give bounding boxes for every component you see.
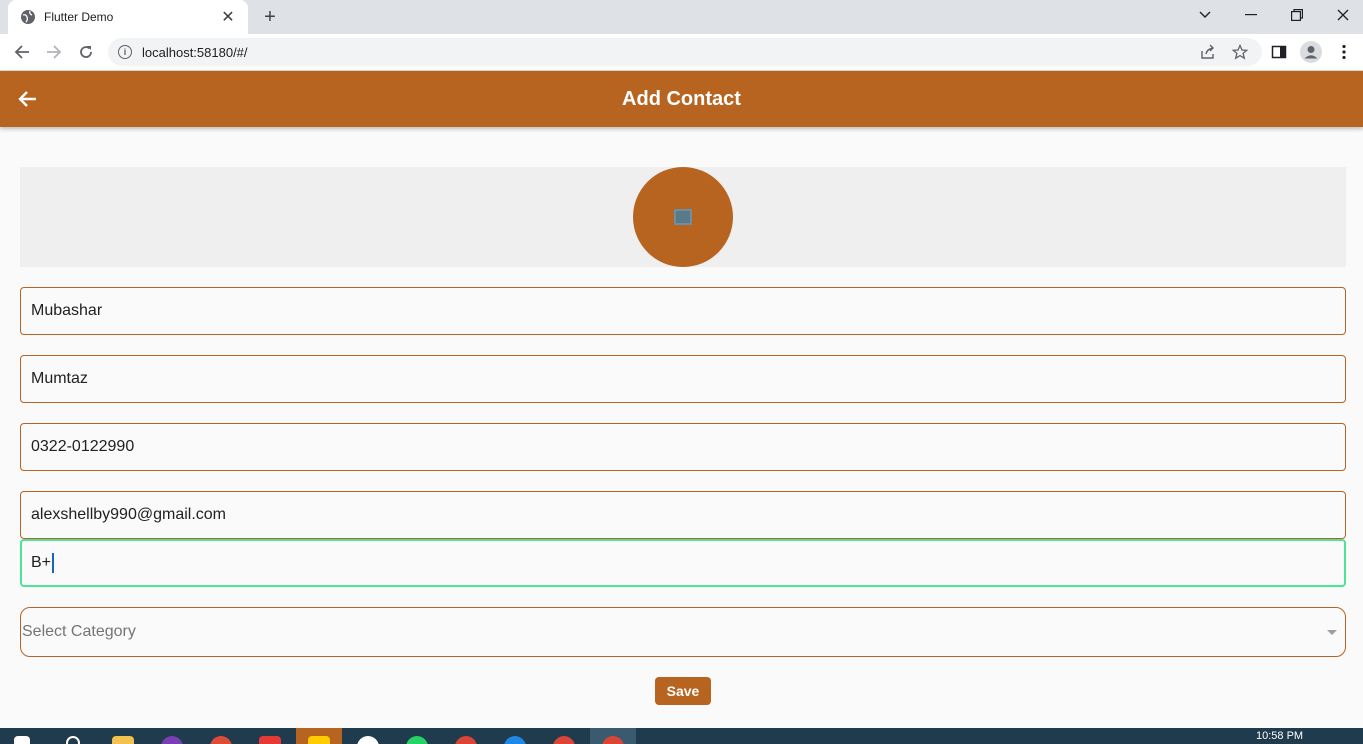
browser-toolbar: i localhost:58180/#/ bbox=[0, 34, 1363, 71]
bookmark-star-icon[interactable] bbox=[1227, 39, 1253, 65]
start-windows-icon[interactable] bbox=[14, 736, 30, 744]
close-window-icon[interactable] bbox=[1320, 0, 1363, 30]
save-button[interactable]: Save bbox=[655, 677, 711, 705]
app-red-icon[interactable] bbox=[259, 736, 281, 744]
taskbar-clock[interactable]: 10:58 PM bbox=[1256, 730, 1303, 742]
page-title: Add Contact bbox=[622, 88, 741, 110]
app-bar: Add Contact bbox=[0, 71, 1363, 127]
menu-kebab-icon[interactable] bbox=[1331, 39, 1357, 65]
tab-title: Flutter Demo bbox=[44, 10, 114, 24]
last-name-value: Mumtaz bbox=[31, 370, 88, 387]
email-field[interactable]: alexshellby990@gmail.com bbox=[20, 491, 1346, 539]
browser-tabstrip: Flutter Demo ✕ + bbox=[0, 0, 1363, 34]
app-blue-icon[interactable] bbox=[504, 736, 526, 744]
image-placeholder-icon bbox=[674, 209, 692, 225]
phone-value: 0322-0122990 bbox=[31, 438, 135, 455]
site-info-icon[interactable]: i bbox=[118, 45, 132, 59]
phone-field[interactable]: 0322-0122990 bbox=[20, 423, 1346, 471]
first-name-field[interactable]: Mubashar bbox=[20, 287, 1346, 335]
close-tab-icon[interactable]: ✕ bbox=[220, 9, 236, 26]
dropdown-arrow-icon bbox=[1327, 629, 1337, 635]
category-placeholder: Select Category bbox=[22, 623, 136, 640]
reload-icon[interactable] bbox=[73, 39, 99, 65]
contact-avatar[interactable] bbox=[633, 167, 733, 267]
file-explorer-icon[interactable] bbox=[112, 736, 134, 744]
minimize-icon[interactable] bbox=[1228, 0, 1274, 30]
chrome-icon[interactable] bbox=[210, 736, 232, 744]
side-panel-icon[interactable] bbox=[1266, 39, 1292, 65]
globe-icon bbox=[21, 10, 35, 24]
category-dropdown[interactable]: Select Category bbox=[20, 607, 1346, 657]
restore-icon[interactable] bbox=[1274, 0, 1320, 30]
chrome-icon-3[interactable] bbox=[553, 736, 575, 744]
address-bar[interactable]: i localhost:58180/#/ bbox=[108, 38, 1262, 66]
url-text: localhost:58180/#/ bbox=[142, 44, 248, 60]
search-icon[interactable] bbox=[66, 736, 80, 744]
browser-tab[interactable]: Flutter Demo ✕ bbox=[8, 0, 248, 34]
app-white-icon[interactable] bbox=[357, 736, 379, 744]
new-tab-button[interactable]: + bbox=[259, 6, 281, 28]
blood-group-value: B+ bbox=[31, 554, 52, 571]
sticky-notes-icon[interactable] bbox=[308, 736, 330, 744]
last-name-field[interactable]: Mumtaz bbox=[20, 355, 1346, 403]
profile-avatar-icon[interactable] bbox=[1298, 39, 1324, 65]
avatar-panel bbox=[20, 167, 1346, 267]
forward-nav-icon[interactable] bbox=[41, 39, 67, 65]
tab-search-icon[interactable] bbox=[1182, 0, 1228, 30]
share-icon[interactable] bbox=[1195, 39, 1221, 65]
text-caret bbox=[52, 553, 55, 573]
whatsapp-icon[interactable] bbox=[406, 736, 428, 744]
back-nav-icon[interactable] bbox=[9, 39, 35, 65]
blood-group-field[interactable]: B+ bbox=[20, 539, 1346, 587]
first-name-value: Mubashar bbox=[31, 302, 103, 319]
app-purple-icon[interactable] bbox=[161, 736, 183, 744]
os-taskbar: 10:58 PM bbox=[0, 728, 1363, 744]
chrome-icon-2[interactable] bbox=[455, 736, 477, 744]
email-value: alexshellby990@gmail.com bbox=[31, 506, 226, 523]
